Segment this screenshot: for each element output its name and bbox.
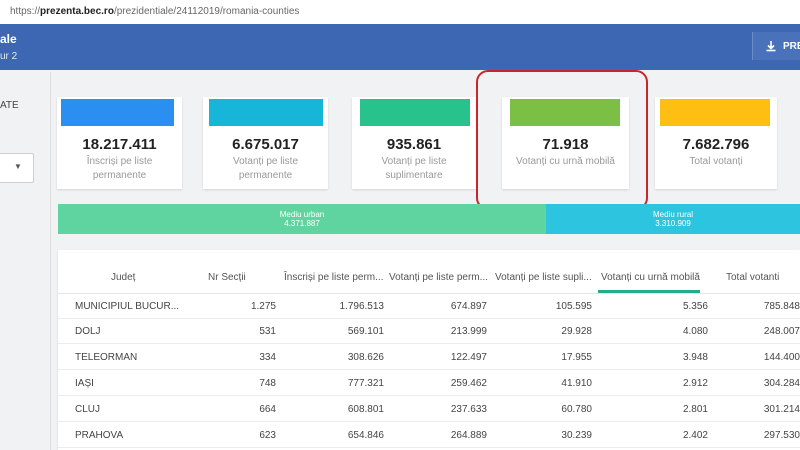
sidebar-divider xyxy=(50,72,51,450)
url-path: /prezidentiale/24112019/romania-counties xyxy=(113,6,300,17)
cell-votanti-supl: 17.955 xyxy=(561,352,592,363)
cell-nr-sectii: 531 xyxy=(259,326,276,337)
cell-total: 785.848 xyxy=(763,301,800,312)
download-button-label: PRE xyxy=(783,40,800,52)
cell-total: 304.284 xyxy=(763,378,800,389)
cell-votanti-perm: 237.633 xyxy=(450,404,487,415)
cell-urna-mobila: 2.402 xyxy=(682,430,708,441)
browser-address-bar[interactable]: https://prezenta.bec.ro/prezidentiale/24… xyxy=(0,0,800,25)
cell-urna-mobila: 2.912 xyxy=(682,378,708,389)
table-row[interactable]: CLUJ 664 608.801 237.633 60.780 2.801 30… xyxy=(58,397,800,422)
app-header: ale ur 2 PRE xyxy=(0,24,800,70)
cell-nr-sectii: 1.275 xyxy=(250,301,276,312)
card-label: Votanți pe liste permanente xyxy=(232,156,299,181)
cell-judet: TELEORMAN xyxy=(75,352,138,363)
column-header-total-votanti[interactable]: Total votanti xyxy=(726,272,779,283)
stat-card-total-votanti: 7.682.796 Total votanți xyxy=(655,97,777,189)
table-row[interactable]: IAȘI 748 777.321 259.462 41.910 2.912 30… xyxy=(58,371,800,396)
chevron-down-icon: ▼ xyxy=(14,162,22,171)
cell-inscrisi: 308.626 xyxy=(347,352,384,363)
cell-total: 248.007 xyxy=(763,326,800,337)
cell-votanti-perm: 122.497 xyxy=(450,352,487,363)
cell-nr-sectii: 664 xyxy=(259,404,276,415)
card-color-strip xyxy=(209,99,323,126)
cell-judet: PRAHOVA xyxy=(75,430,124,441)
cell-votanti-perm: 259.462 xyxy=(450,378,487,389)
card-color-strip xyxy=(61,99,174,126)
column-header-votanti-suplimentare[interactable]: Votanți pe liste supli... xyxy=(495,272,592,283)
url-text[interactable]: https://prezenta.bec.ro/prezidentiale/24… xyxy=(10,6,299,17)
table-row[interactable]: TELEORMAN 334 308.626 122.497 17.955 3.9… xyxy=(58,345,800,370)
urban-bar-label: Mediu urban xyxy=(279,210,325,219)
header-subtitle: ur 2 xyxy=(0,51,18,62)
card-value: 18.217.411 xyxy=(82,136,157,153)
card-value: 935.861 xyxy=(386,136,442,153)
card-color-strip xyxy=(360,99,470,126)
cell-judet: MUNICIPIUL BUCUR... xyxy=(75,301,180,312)
card-color-strip xyxy=(660,99,770,126)
cell-votanti-supl: 29.928 xyxy=(561,326,592,337)
cell-votanti-perm: 213.999 xyxy=(450,326,487,337)
rural-bar: Mediu rural 3.310.909 xyxy=(546,204,800,234)
table-row[interactable]: MUNICIPIUL BUCUR... 1.275 1.796.513 674.… xyxy=(58,294,800,319)
cell-votanti-supl: 41.910 xyxy=(561,378,592,389)
url-prefix: https:// xyxy=(10,6,41,17)
cell-judet: CLUJ xyxy=(75,404,101,415)
stat-card-votanti-suplimentare: 935.861 Votanți pe liste suplimentare xyxy=(352,97,476,189)
card-label: Total votanți xyxy=(689,156,743,167)
cell-judet: IAȘI xyxy=(75,378,94,389)
cell-urna-mobila: 4.080 xyxy=(682,326,708,337)
cell-votanti-supl: 30.239 xyxy=(561,430,592,441)
cell-nr-sectii: 748 xyxy=(259,378,276,389)
cell-inscrisi: 654.846 xyxy=(347,430,384,441)
rural-bar-label: Mediu rural xyxy=(652,210,693,219)
filter-dropdown[interactable]: ▼ xyxy=(0,153,34,183)
urban-bar: Mediu urban 4.371.887 xyxy=(58,204,546,234)
cell-inscrisi: 608.801 xyxy=(347,404,384,415)
cell-urna-mobila: 3.948 xyxy=(682,352,708,363)
card-label: Înscriși pe liste permanente xyxy=(86,156,153,181)
stat-card-votanti-permanente: 6.675.017 Votanți pe liste permanente xyxy=(203,97,328,189)
cell-judet: DOLJ xyxy=(75,326,101,337)
card-value: 6.675.017 xyxy=(232,136,299,153)
urban-bar-value: 4.371.887 xyxy=(284,219,320,228)
cell-votanti-perm: 674.897 xyxy=(450,301,487,312)
cell-urna-mobila: 2.801 xyxy=(682,404,708,415)
table-row[interactable]: PRAHOVA 623 654.846 264.889 30.239 2.402… xyxy=(58,423,800,448)
card-value: 7.682.796 xyxy=(682,136,750,153)
rural-bar-value: 3.310.909 xyxy=(655,219,691,228)
cell-votanti-supl: 60.780 xyxy=(561,404,592,415)
table-row[interactable]: DOLJ 531 569.101 213.999 29.928 4.080 24… xyxy=(58,319,800,344)
cell-votanti-perm: 264.889 xyxy=(450,430,487,441)
cell-total: 144.400 xyxy=(763,352,800,363)
column-header-nr-sectii[interactable]: Nr Secții xyxy=(208,272,246,283)
cell-inscrisi: 569.101 xyxy=(347,326,384,337)
download-button[interactable]: PRE xyxy=(752,32,800,60)
cell-votanti-supl: 105.595 xyxy=(555,301,592,312)
counties-table: Județ Nr Secții Înscriși pe liste perm..… xyxy=(58,250,800,450)
cell-urna-mobila: 5.356 xyxy=(682,301,708,312)
column-header-judet[interactable]: Județ xyxy=(111,272,135,283)
sidebar-label: ATE xyxy=(0,100,19,111)
card-label: Votanți pe liste suplimentare xyxy=(381,156,447,181)
column-header-votanti-permanente[interactable]: Votanți pe liste perm... xyxy=(389,272,488,283)
column-header-urna-mobila[interactable]: Votanți cu urnă mobilă xyxy=(601,272,700,283)
cell-total: 301.214 xyxy=(763,404,800,415)
highlight-annotation xyxy=(476,70,648,210)
cell-total: 297.530 xyxy=(763,430,800,441)
cell-inscrisi: 777.321 xyxy=(347,378,384,389)
download-icon xyxy=(766,41,776,52)
column-header-inscrisi-permanente[interactable]: Înscriși pe liste perm... xyxy=(284,272,383,283)
cell-inscrisi: 1.796.513 xyxy=(339,301,385,312)
cell-nr-sectii: 334 xyxy=(259,352,276,363)
url-host: prezenta.bec.ro xyxy=(40,6,114,17)
stat-card-inscrisi-permanente: 18.217.411 Înscriși pe liste permanente xyxy=(57,97,182,189)
header-title: ale xyxy=(0,32,17,46)
cell-nr-sectii: 623 xyxy=(259,430,276,441)
